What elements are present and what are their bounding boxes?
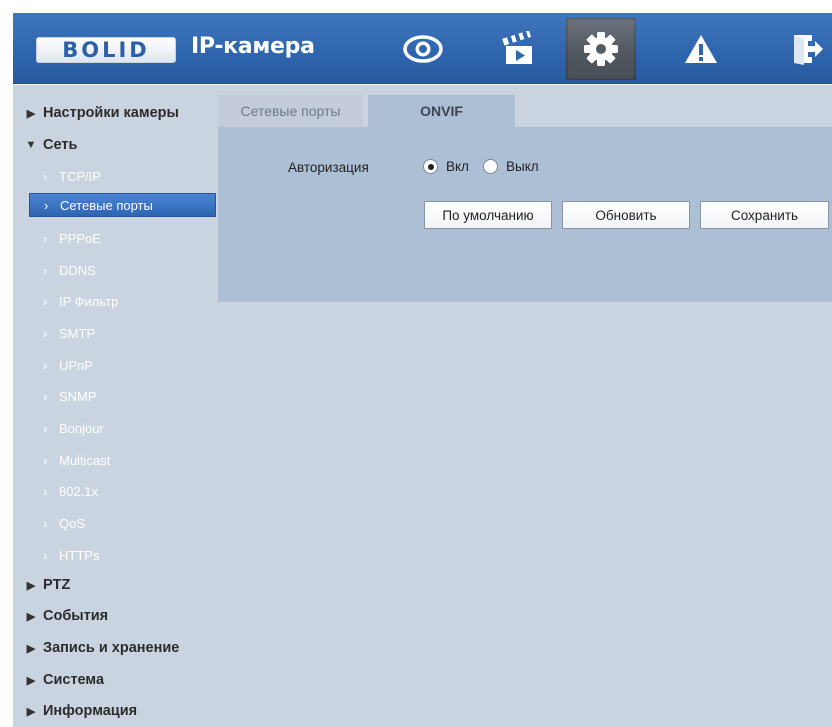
refresh-button[interactable]: Обновить xyxy=(562,201,690,229)
menu-group-label: Система xyxy=(43,672,105,688)
menu-group-label: События xyxy=(43,608,109,624)
sidebar-item-snmp[interactable]: › SNMP xyxy=(29,384,216,408)
sidebar-item-tcpip[interactable]: › TCP/IP xyxy=(29,164,216,188)
radio-on[interactable]: Вкл xyxy=(423,159,469,174)
default-button[interactable]: По умолчанию xyxy=(424,201,552,229)
sidebar-item-label: IP Фильтр xyxy=(59,293,119,309)
clapperboard-icon xyxy=(502,31,532,64)
chevron-right-icon: › xyxy=(43,357,48,373)
sidebar-item-multicast[interactable]: › Multicast xyxy=(29,448,216,472)
warning-icon xyxy=(685,35,717,63)
sidebar-item-8021x[interactable]: › 802.1x xyxy=(29,479,216,503)
app-title: IP-камера xyxy=(191,34,315,59)
exit-icon xyxy=(794,35,823,65)
logo-text: BOLID xyxy=(62,38,150,62)
menu-group-system[interactable]: ▶ Система xyxy=(13,669,218,691)
sidebar-item-label: 802.1x xyxy=(59,483,99,499)
chevron-right-icon: › xyxy=(43,325,48,341)
expand-arrow-icon: ▶ xyxy=(26,705,36,718)
expand-arrow-icon: ▶ xyxy=(26,674,36,687)
sidebar-item-label: PPPoE xyxy=(59,230,101,246)
menu-group-storage[interactable]: ▶ Запись и хранение xyxy=(13,637,218,659)
sidebar-item-label: Bonjour xyxy=(59,420,104,436)
menu-group-events[interactable]: ▶ События xyxy=(13,605,218,627)
settings-button[interactable] xyxy=(566,18,636,80)
chevron-right-icon: › xyxy=(43,483,48,499)
expand-arrow-icon: ▶ xyxy=(26,610,36,623)
sidebar-item-label: QoS xyxy=(59,515,86,531)
sidebar-item-pppoe[interactable]: › PPPoE xyxy=(29,226,216,250)
sidebar-item-ip-filter[interactable]: › IP Фильтр xyxy=(29,289,216,313)
alarm-button[interactable] xyxy=(666,18,736,80)
sidebar-item-label: SNMP xyxy=(59,388,97,404)
menu-group-ptz[interactable]: ▶ PTZ xyxy=(13,574,218,596)
menu-group-camera-settings[interactable]: ▶ Настройки камеры xyxy=(13,102,218,124)
expand-arrow-icon: ▶ xyxy=(26,107,36,120)
chevron-right-icon: › xyxy=(43,230,48,246)
eye-icon xyxy=(403,35,443,63)
save-button[interactable]: Сохранить xyxy=(700,201,829,229)
top-header: BOLID IP-камера xyxy=(13,13,832,84)
menu-group-label: Сеть xyxy=(43,137,78,153)
radio-off[interactable]: Выкл xyxy=(483,159,539,174)
onvif-panel: Авторизация Вкл Выкл По умолчанию Обнови… xyxy=(218,127,832,302)
live-view-button[interactable] xyxy=(388,18,458,80)
sidebar-item-label: Сетевые порты xyxy=(60,197,153,213)
menu-group-network[interactable]: ▼ Сеть xyxy=(13,134,218,156)
sidebar-item-ddns[interactable]: › DDNS xyxy=(29,258,216,282)
radio-on-label: Вкл xyxy=(446,159,469,174)
tab-bar: Сетевые порты ONVIF xyxy=(218,95,832,127)
chevron-right-icon: › xyxy=(44,197,49,213)
sidebar-item-label: UPnP xyxy=(59,357,93,373)
playback-button[interactable] xyxy=(483,18,553,80)
chevron-right-icon: › xyxy=(43,168,48,184)
menu-group-label: Информация xyxy=(43,703,138,719)
main-area: ▶ Настройки камеры ▼ Сеть › TCP/IP › Сет… xyxy=(13,85,832,727)
sidebar-item-label: HTTPs xyxy=(59,547,100,563)
chevron-right-icon: › xyxy=(43,452,48,468)
radio-off-button[interactable] xyxy=(483,159,498,174)
chevron-right-icon: › xyxy=(43,420,48,436)
chevron-right-icon: › xyxy=(43,388,48,404)
chevron-right-icon: › xyxy=(43,262,48,278)
logout-button[interactable] xyxy=(782,18,832,80)
menu-group-label: PTZ xyxy=(43,577,71,593)
bolid-logo: BOLID xyxy=(36,37,176,63)
expand-arrow-icon: ▶ xyxy=(26,642,36,655)
menu-group-info[interactable]: ▶ Информация xyxy=(13,700,218,722)
chevron-right-icon: › xyxy=(43,547,48,563)
collapse-arrow-icon: ▼ xyxy=(25,139,37,151)
sidebar-item-bonjour[interactable]: › Bonjour xyxy=(29,416,216,440)
radio-on-button[interactable] xyxy=(423,159,438,174)
sidebar-item-https[interactable]: › HTTPs xyxy=(29,543,216,567)
authorization-label: Авторизация xyxy=(288,160,369,175)
sidebar-item-label: Multicast xyxy=(59,452,111,468)
menu-group-label: Запись и хранение xyxy=(43,640,180,656)
chevron-right-icon: › xyxy=(43,515,48,531)
sidebar-item-label: SMTP xyxy=(59,325,96,341)
tab-onvif[interactable]: ONVIF xyxy=(368,95,515,127)
sidebar: ▶ Настройки камеры ▼ Сеть › TCP/IP › Сет… xyxy=(13,85,218,727)
chevron-right-icon: › xyxy=(43,293,48,309)
sidebar-item-label: DDNS xyxy=(59,262,96,278)
sidebar-item-qos[interactable]: › QoS xyxy=(29,511,216,535)
sidebar-item-network-ports[interactable]: › Сетевые порты xyxy=(29,193,216,217)
gear-icon xyxy=(584,32,618,66)
sidebar-item-label: TCP/IP xyxy=(59,168,101,184)
sidebar-item-smtp[interactable]: › SMTP xyxy=(29,321,216,345)
radio-off-label: Выкл xyxy=(506,159,539,174)
expand-arrow-icon: ▶ xyxy=(26,579,36,592)
tab-network-ports[interactable]: Сетевые порты xyxy=(218,95,363,127)
sidebar-item-upnp[interactable]: › UPnP xyxy=(29,353,216,377)
menu-group-label: Настройки камеры xyxy=(43,105,179,121)
